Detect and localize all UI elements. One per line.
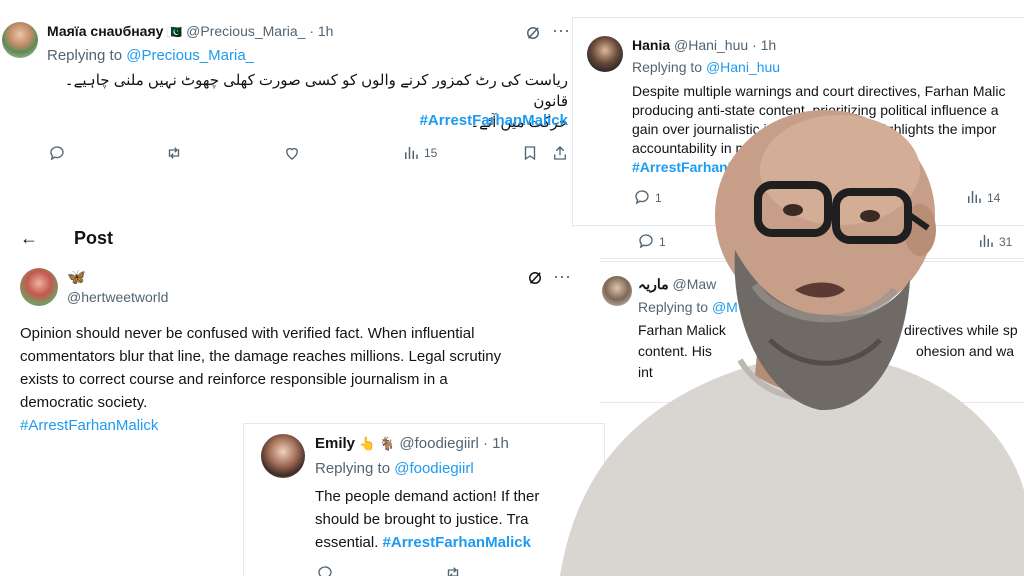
replying-to-handle[interactable]: @Hani_huu — [706, 59, 780, 75]
tweet-text: Opinion should never be confused with ve… — [20, 322, 580, 437]
display-name[interactable]: Emily — [315, 435, 355, 452]
tweet-text-line: commentators blur that line, the damage … — [20, 348, 502, 365]
page-title: Post — [74, 228, 114, 248]
user-handle[interactable]: @foodiegiirl — [399, 435, 478, 452]
reply-icon[interactable] — [48, 144, 66, 162]
user-handle[interactable]: @Hani_huu — [674, 37, 748, 53]
avatar[interactable] — [261, 434, 305, 478]
tweet-text-line: Despite multiple warnings and court dire… — [632, 83, 1006, 99]
tweet-text-line: ریاست کی رٹ کمزور کرنے والوں کو کسی صورت… — [64, 72, 568, 110]
tweet-text-line: Opinion should never be confused with ve… — [20, 325, 475, 342]
more-icon[interactable]: ··· — [552, 20, 570, 41]
retweet-icon[interactable] — [165, 144, 183, 162]
replying-to-label: Replying to — [315, 460, 391, 477]
tweet-text-line: exists to correct course and reinforce r… — [20, 371, 448, 388]
flag-emoji: 🇵🇰 — [167, 25, 183, 39]
bookmark-icon[interactable] — [521, 144, 539, 162]
replying-to-handle[interactable]: @foodiegiirl — [394, 460, 473, 477]
avatar[interactable] — [587, 36, 623, 72]
hashtag-link[interactable]: #ArrestFarhanMalick — [383, 534, 531, 551]
replying-to-label: Replying to — [632, 59, 703, 75]
replying-to-handle[interactable]: @Precious_Maria_ — [126, 47, 254, 64]
retweet-icon[interactable] — [444, 564, 462, 576]
timestamp[interactable]: · 1h — [752, 37, 776, 53]
replying-to-label: Replying to — [47, 47, 123, 64]
views-count: 15 — [424, 146, 438, 160]
timestamp[interactable]: · 1h — [309, 23, 333, 39]
timestamp[interactable]: · 1h — [483, 435, 509, 452]
reply-icon[interactable] — [316, 564, 334, 576]
butterfly-emoji: 🦋 — [67, 269, 86, 286]
grok-icon[interactable] — [524, 24, 542, 42]
user-handle[interactable]: @hertweetworld — [67, 289, 168, 305]
display-name[interactable]: Hania — [632, 37, 670, 53]
views-icon[interactable] — [402, 144, 420, 162]
back-arrow-icon[interactable]: ← — [20, 228, 38, 249]
tweet-text-line: democratic society. — [20, 394, 148, 411]
like-icon[interactable] — [283, 144, 301, 162]
presenter-photo — [560, 110, 1024, 576]
avatar[interactable] — [20, 268, 58, 306]
user-handle[interactable]: @Precious_Maria_ — [186, 23, 305, 39]
emoji-badge: 👆 🐐 — [359, 436, 396, 451]
tweet-card-maria: Маяїа ᴄнaυбнaяy 🇵🇰 @Precious_Maria_ · 1h… — [0, 6, 576, 176]
avatar[interactable] — [2, 22, 38, 58]
tweet-text-line: essential. — [315, 534, 379, 551]
display-name[interactable]: Маяїа ᴄнaυбнaяy — [47, 23, 163, 39]
